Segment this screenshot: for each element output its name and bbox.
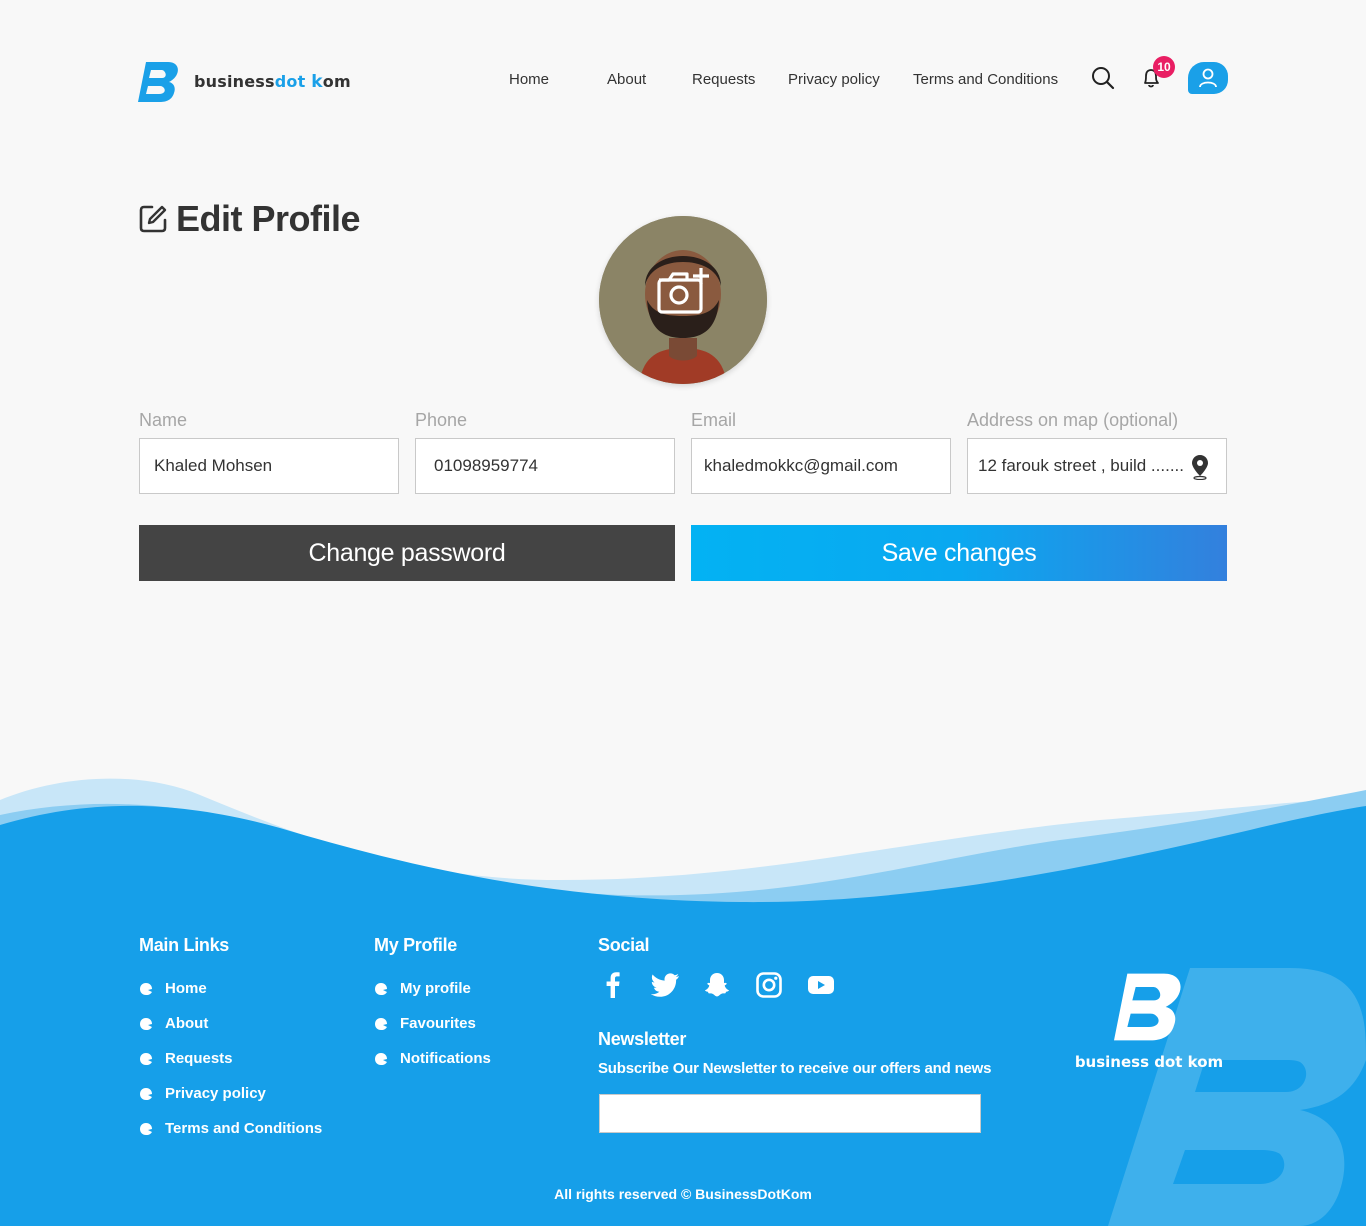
newsletter-field [599, 1094, 981, 1133]
footer-link-favourites[interactable]: Favourites [374, 1006, 491, 1041]
brand-logo[interactable]: businessdot kom [138, 60, 351, 104]
footer-my-profile-links: My profile Favourites Notifications [374, 971, 491, 1076]
footer: Main Links Home About Requests Privacy p… [0, 0, 1366, 1226]
notification-badge: 10 [1153, 56, 1175, 78]
brand-name: businessdot kom [194, 72, 351, 92]
bullet-icon [375, 982, 387, 995]
bullet-icon [140, 1052, 152, 1065]
map-pin-icon[interactable] [1191, 454, 1209, 480]
footer-link-notifications[interactable]: Notifications [374, 1041, 491, 1076]
newsletter-email-input[interactable] [600, 1095, 980, 1132]
user-icon [1199, 68, 1217, 88]
instagram-icon[interactable] [754, 970, 784, 1000]
footer-link-home[interactable]: Home [139, 971, 322, 1006]
change-password-button[interactable]: Change password [139, 525, 675, 581]
page-title: Edit Profile [138, 198, 361, 240]
bullet-icon [140, 1087, 152, 1100]
facebook-icon[interactable] [598, 970, 628, 1000]
address-input[interactable] [978, 456, 1186, 476]
social-links [598, 970, 858, 1000]
footer-main-links-heading: Main Links [139, 935, 230, 955]
bullet-icon [140, 1122, 152, 1135]
footer-my-profile-heading: My Profile [374, 935, 458, 955]
twitter-icon[interactable] [650, 970, 680, 1000]
email-field: Email [691, 410, 951, 494]
logo-b-icon [138, 62, 178, 102]
newsletter-subtitle: Subscribe Our Newsletter to receive our … [598, 1060, 992, 1077]
notification-bell-icon[interactable]: 10 [1137, 56, 1175, 92]
nav-about[interactable]: About [607, 71, 646, 88]
add-photo-icon [657, 268, 709, 314]
footer-main-links: Home About Requests Privacy policy Terms… [139, 971, 322, 1146]
footer-link-my-profile[interactable]: My profile [374, 971, 491, 1006]
address-label: Address on map (optional) [967, 410, 1179, 430]
footer-logo-b-icon [1114, 973, 1181, 1041]
search-icon[interactable] [1089, 64, 1117, 92]
email-input[interactable] [704, 456, 936, 476]
footer-newsletter-heading: Newsletter [598, 1029, 687, 1049]
phone-label: Phone [415, 410, 468, 430]
youtube-icon[interactable] [806, 970, 836, 1000]
name-field: Name [139, 410, 399, 494]
edit-icon [139, 205, 167, 233]
footer-link-terms[interactable]: Terms and Conditions [139, 1111, 322, 1146]
nav-home[interactable]: Home [509, 71, 549, 88]
footer-brand-name: business dot kom [1074, 1053, 1224, 1071]
footer-link-privacy-policy[interactable]: Privacy policy [139, 1076, 322, 1111]
nav-requests[interactable]: Requests [692, 71, 755, 88]
save-changes-button[interactable]: Save changes [691, 525, 1227, 581]
footer-link-about[interactable]: About [139, 1006, 322, 1041]
name-label: Name [139, 410, 188, 430]
phone-field: Phone [415, 410, 675, 494]
name-input[interactable] [154, 456, 384, 476]
footer-link-requests[interactable]: Requests [139, 1041, 322, 1076]
phone-input[interactable] [434, 456, 660, 476]
user-account-button[interactable] [1188, 62, 1228, 94]
address-field: Address on map (optional) [967, 410, 1227, 494]
footer-logo[interactable]: business dot kom [1074, 970, 1224, 1071]
copyright-text: All rights reserved © BusinessDotKom [554, 1186, 812, 1202]
bullet-icon [140, 982, 152, 995]
footer-social-heading: Social [598, 935, 650, 955]
nav-terms[interactable]: Terms and Conditions [913, 71, 1058, 88]
nav-privacy-policy[interactable]: Privacy policy [788, 71, 880, 88]
profile-avatar[interactable] [599, 216, 767, 384]
email-label: Email [691, 410, 737, 430]
bullet-icon [375, 1052, 387, 1065]
bullet-icon [375, 1017, 387, 1030]
snapchat-icon[interactable] [702, 970, 732, 1000]
header: businessdot kom Home About Requests Priv… [138, 56, 1228, 104]
bullet-icon [140, 1017, 152, 1030]
